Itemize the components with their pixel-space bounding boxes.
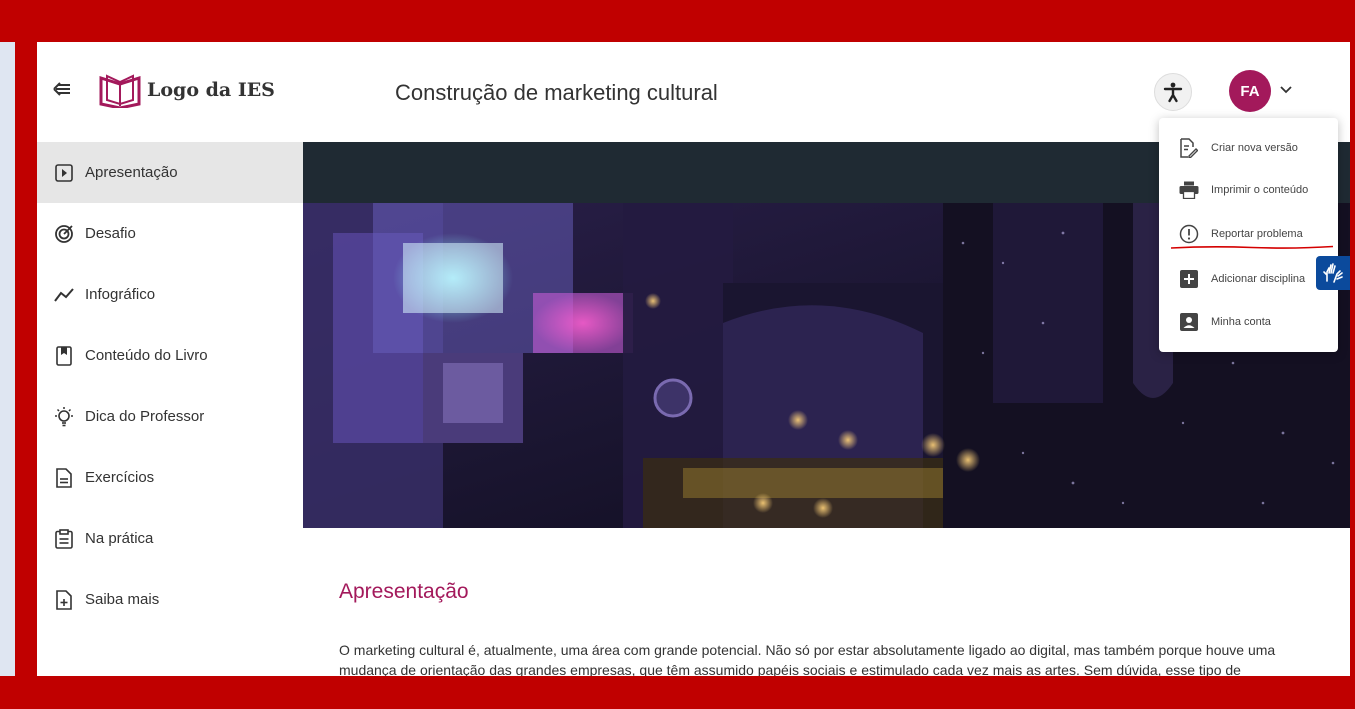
user-avatar[interactable]: FA [1229, 70, 1271, 112]
sidebar-item-dica-do-professor[interactable]: Dica do Professor [37, 386, 303, 447]
section-title: Apresentação [339, 580, 469, 603]
user-dropdown-menu: Criar nova versão Imprimir o conteúdo Re… [1159, 118, 1338, 352]
menu-item-label: Imprimir o conteúdo [1211, 184, 1309, 196]
red-frame-bottom [0, 676, 1355, 709]
sidebar-item-label: Infográfico [85, 286, 156, 303]
alert-circle-icon [1179, 224, 1199, 244]
sidebar-item-label: Apresentação [85, 164, 178, 181]
trend-line-icon [53, 284, 75, 306]
top-header: Logo da IES Construção de marketing cult… [37, 42, 1350, 142]
chevron-down-icon[interactable] [1279, 83, 1293, 97]
play-box-icon [53, 162, 75, 184]
sidebar-item-desafio[interactable]: Desafio [37, 203, 303, 264]
section-paragraph: O marketing cultural é, atualmente, uma … [339, 642, 1276, 676]
sidebar-item-saiba-mais[interactable]: Saiba mais [37, 569, 303, 630]
sidebar-item-label: Conteúdo do Livro [85, 347, 208, 364]
collapse-menu-icon[interactable] [51, 78, 73, 100]
sidebar-item-conteudo-do-livro[interactable]: Conteúdo do Livro [37, 325, 303, 386]
logo-text: Logo da IES [147, 79, 275, 101]
document-plus-icon [53, 589, 75, 611]
red-frame-left [15, 0, 37, 709]
menu-item-adicionar-disciplina[interactable]: Adicionar disciplina [1159, 257, 1338, 301]
sidebar-item-na-pratica[interactable]: Na prática [37, 508, 303, 569]
accessibility-button[interactable] [1154, 73, 1192, 111]
red-underline-annotation [1170, 245, 1334, 249]
app-screen: Logo da IES Construção de marketing cult… [37, 42, 1350, 676]
sidebar-item-label: Dica do Professor [85, 408, 205, 425]
sidebar-item-label: Saiba mais [85, 591, 160, 608]
printer-icon [1179, 180, 1199, 200]
red-frame-right [1350, 0, 1355, 709]
sign-language-hands-icon [1323, 263, 1343, 283]
accessibility-icon [1163, 82, 1183, 103]
document-icon [53, 467, 75, 489]
menu-item-label: Minha conta [1211, 316, 1271, 328]
ies-logo[interactable]: Logo da IES [97, 72, 275, 108]
menu-item-criar-nova-versao[interactable]: Criar nova versão [1159, 126, 1338, 170]
menu-item-label: Adicionar disciplina [1211, 273, 1306, 285]
menu-item-label: Criar nova versão [1211, 142, 1298, 154]
sidebar-nav: Apresentação Desafio Infográfico Conteúd… [37, 142, 303, 676]
window-edge [0, 0, 15, 709]
book-logo-icon [99, 74, 141, 108]
lightbulb-icon [53, 406, 75, 428]
menu-item-imprimir[interactable]: Imprimir o conteúdo [1159, 168, 1338, 212]
edit-document-icon [1179, 138, 1199, 158]
menu-item-minha-conta[interactable]: Minha conta [1159, 300, 1338, 344]
clipboard-icon [53, 528, 75, 550]
sidebar-item-label: Exercícios [85, 469, 155, 486]
bookmark-book-icon [53, 345, 75, 367]
sidebar-item-exercicios[interactable]: Exercícios [37, 447, 303, 508]
page-title: Construção de marketing cultural [395, 80, 718, 105]
libras-translator-button[interactable] [1316, 256, 1350, 290]
menu-item-label: Reportar problema [1211, 228, 1303, 240]
red-frame-top [0, 0, 1355, 42]
sidebar-item-label: Na prática [85, 530, 154, 547]
target-icon [53, 223, 75, 245]
account-icon [1179, 312, 1199, 332]
sidebar-item-apresentacao[interactable]: Apresentação [37, 142, 303, 203]
sidebar-item-label: Desafio [85, 225, 136, 242]
plus-square-icon [1179, 269, 1199, 289]
sidebar-item-infografico[interactable]: Infográfico [37, 264, 303, 325]
